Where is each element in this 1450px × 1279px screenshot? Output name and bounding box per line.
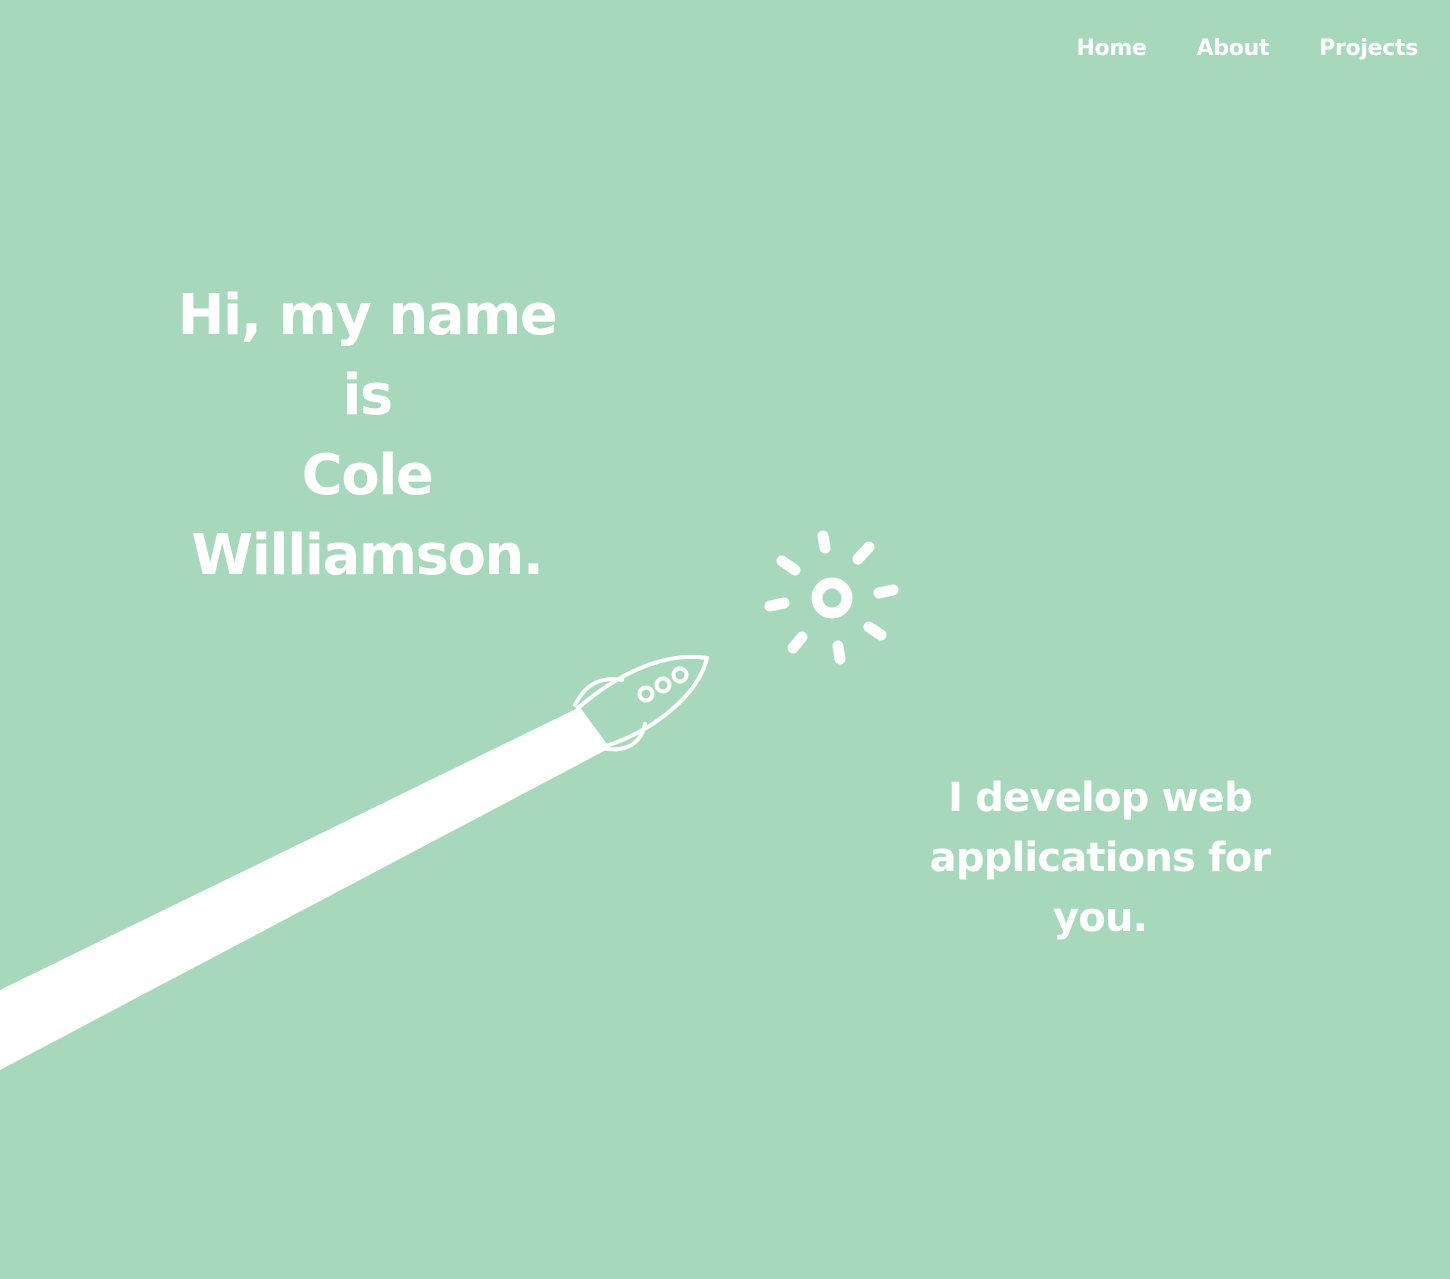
tagline-line: applications for [929, 835, 1272, 881]
sun-icon [764, 530, 899, 665]
tagline-line: I develop web [948, 775, 1253, 821]
tagline: I develop web applications for you. [890, 768, 1310, 948]
rocket-trail [0, 707, 606, 1070]
hero-illustration [0, 530, 899, 1070]
tagline-line: you. [1052, 895, 1148, 941]
